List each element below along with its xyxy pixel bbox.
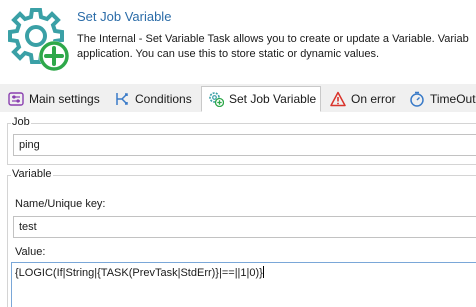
tab-label: Conditions (135, 92, 192, 106)
variable-group-caption: Variable (11, 168, 53, 180)
stopwatch-icon (410, 91, 424, 107)
tab-set-job-variable[interactable]: Set Job Variable (201, 86, 321, 112)
tab-conditions[interactable]: Conditions (108, 87, 200, 111)
job-group: ping (7, 123, 476, 165)
dialog-title: Set Job Variable (77, 9, 172, 24)
set-job-variable-dialog: Set Job Variable The Internal - Set Vari… (0, 0, 476, 307)
job-group-caption: Job (11, 116, 31, 128)
tab-on-error[interactable]: On error (324, 87, 400, 111)
value-text: {LOGIC(If|String|{TASK(PrevTask|StdErr)}… (15, 267, 263, 279)
gear-plus-icon (209, 92, 224, 107)
tab-label: On error (351, 92, 396, 106)
dialog-description: The Internal - Set Variable Task allows … (77, 33, 469, 60)
tab-main-settings[interactable]: Main settings (2, 87, 102, 111)
job-field[interactable]: ping (13, 134, 476, 156)
conditions-icon (116, 93, 128, 105)
value-label: Value: (15, 246, 46, 258)
variable-group: Name/Unique key: test Value: {LOGIC(If|S… (7, 175, 476, 307)
name-key-label: Name/Unique key: (15, 198, 106, 210)
name-key-field[interactable]: test (13, 216, 476, 238)
tab-label: Main settings (29, 92, 100, 106)
tab-bar: Main settings Conditions Set Job Variabl… (0, 84, 476, 113)
tab-label: TimeOut (430, 92, 476, 106)
value-editor[interactable]: {LOGIC(If|String|{TASK(PrevTask|StdErr)}… (11, 262, 476, 307)
warning-icon (330, 91, 346, 107)
set-job-variable-panel: ping Job Name/Unique key: test Value: {L… (0, 112, 476, 307)
tab-timeout[interactable]: TimeOut (403, 87, 476, 111)
header: Set Job Variable The Internal - Set Vari… (0, 0, 476, 84)
tab-label: Set Job Variable (229, 92, 317, 106)
gear-plus-icon (8, 8, 69, 71)
text-caret (262, 266, 264, 278)
sliders-icon (8, 92, 24, 106)
